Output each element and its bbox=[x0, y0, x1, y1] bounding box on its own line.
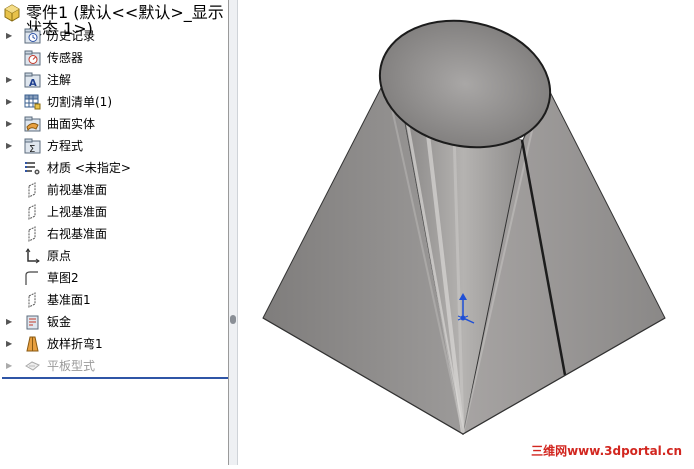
plane-icon bbox=[24, 204, 41, 220]
expand-arrow-icon[interactable]: ▶ bbox=[6, 362, 14, 370]
annotations-folder-icon: A bbox=[24, 72, 41, 89]
tree-item-label: 平板型式 bbox=[47, 359, 96, 373]
tree-item-label: 右视基准面 bbox=[47, 227, 108, 241]
tree-item-label: 方程式 bbox=[47, 139, 84, 153]
splitter-grip-icon[interactable] bbox=[230, 315, 236, 324]
tree-item-label: 传感器 bbox=[47, 51, 84, 65]
rollback-bar[interactable] bbox=[2, 377, 228, 379]
sensor-folder-icon bbox=[24, 50, 41, 66]
tree-root-part[interactable]: 零件1 (默认<<默认>_显示状态 1>) bbox=[0, 3, 229, 37]
cut-list-icon bbox=[24, 94, 41, 110]
tree-item-material[interactable]: 材质 <未指定> bbox=[0, 157, 229, 179]
tree-item-sheet-metal[interactable]: ▶ 钣金 bbox=[0, 311, 229, 333]
tree-item-equations[interactable]: ▶ Σ 方程式 bbox=[0, 135, 229, 157]
tree-item-label: 原点 bbox=[47, 249, 72, 263]
tree-item-cut-list[interactable]: ▶ 切割清单(1) bbox=[0, 91, 229, 113]
expand-arrow-icon[interactable]: ▶ bbox=[6, 76, 14, 84]
tree-item-plane1[interactable]: 基准面1 bbox=[0, 289, 229, 311]
expand-arrow-icon[interactable]: ▶ bbox=[6, 318, 14, 326]
tree-item-label: 草图2 bbox=[47, 271, 79, 285]
watermark-text: 三维网www.3dportal.cn bbox=[531, 444, 682, 458]
panel-splitter[interactable] bbox=[229, 0, 238, 465]
lofted-bend-icon bbox=[24, 336, 41, 352]
part-icon bbox=[2, 4, 20, 22]
expand-arrow-icon[interactable]: ▶ bbox=[6, 142, 14, 150]
tree-item-label: 钣金 bbox=[47, 315, 72, 329]
material-icon bbox=[24, 160, 41, 176]
sketch-icon bbox=[24, 270, 41, 286]
lofted-cone-model[interactable] bbox=[239, 0, 694, 465]
plane-icon bbox=[24, 226, 41, 242]
history-folder-icon bbox=[24, 28, 41, 44]
tree-item-sketch2[interactable]: 草图2 bbox=[0, 267, 229, 289]
tree-item-label: 基准面1 bbox=[47, 293, 91, 307]
tree-item-label: 历史记录 bbox=[47, 29, 96, 43]
tree-item-label: 上视基准面 bbox=[47, 205, 108, 219]
tree-item-label: 放样折弯1 bbox=[47, 337, 103, 351]
expand-arrow-icon[interactable]: ▶ bbox=[6, 98, 14, 106]
tree-item-lofted-bend1[interactable]: ▶ 放样折弯1 bbox=[0, 333, 229, 355]
expand-arrow-icon[interactable]: ▶ bbox=[6, 32, 14, 40]
surface-bodies-folder-icon bbox=[24, 116, 41, 132]
tree-item-label: 材质 <未指定> bbox=[47, 161, 131, 175]
tree-item-label: 切割清单(1) bbox=[47, 95, 112, 109]
plane-icon bbox=[24, 182, 41, 198]
feature-manager-tree: 零件1 (默认<<默认>_显示状态 1>) ▶ 历史记录 传感器 ▶ A 注解 … bbox=[0, 0, 229, 465]
sheet-metal-icon bbox=[24, 314, 41, 330]
tree-item-origin[interactable]: 原点 bbox=[0, 245, 229, 267]
tree-item-annotations[interactable]: ▶ A 注解 bbox=[0, 69, 229, 91]
tree-item-top-plane[interactable]: 上视基准面 bbox=[0, 201, 229, 223]
origin-icon bbox=[24, 248, 41, 264]
tree-item-surface-bodies[interactable]: ▶ 曲面实体 bbox=[0, 113, 229, 135]
tree-item-label: 注解 bbox=[47, 73, 72, 87]
plane-icon bbox=[24, 292, 41, 308]
tree-item-front-plane[interactable]: 前视基准面 bbox=[0, 179, 229, 201]
tree-item-right-plane[interactable]: 右视基准面 bbox=[0, 223, 229, 245]
tree-item-history[interactable]: ▶ 历史记录 bbox=[0, 25, 229, 47]
svg-text:Σ: Σ bbox=[29, 144, 35, 154]
tree-item-label: 曲面实体 bbox=[47, 117, 96, 131]
flat-pattern-icon bbox=[24, 358, 41, 374]
expand-arrow-icon[interactable]: ▶ bbox=[6, 340, 14, 348]
equations-folder-icon: Σ bbox=[24, 138, 41, 155]
svg-text:A: A bbox=[29, 78, 37, 88]
tree-item-label: 前视基准面 bbox=[47, 183, 108, 197]
graphics-viewport[interactable]: 三维网www.3dportal.cn bbox=[239, 0, 694, 465]
expand-arrow-icon[interactable]: ▶ bbox=[6, 120, 14, 128]
tree-item-sensors[interactable]: 传感器 bbox=[0, 47, 229, 69]
tree-item-flat-pattern[interactable]: ▶ 平板型式 bbox=[0, 355, 229, 377]
